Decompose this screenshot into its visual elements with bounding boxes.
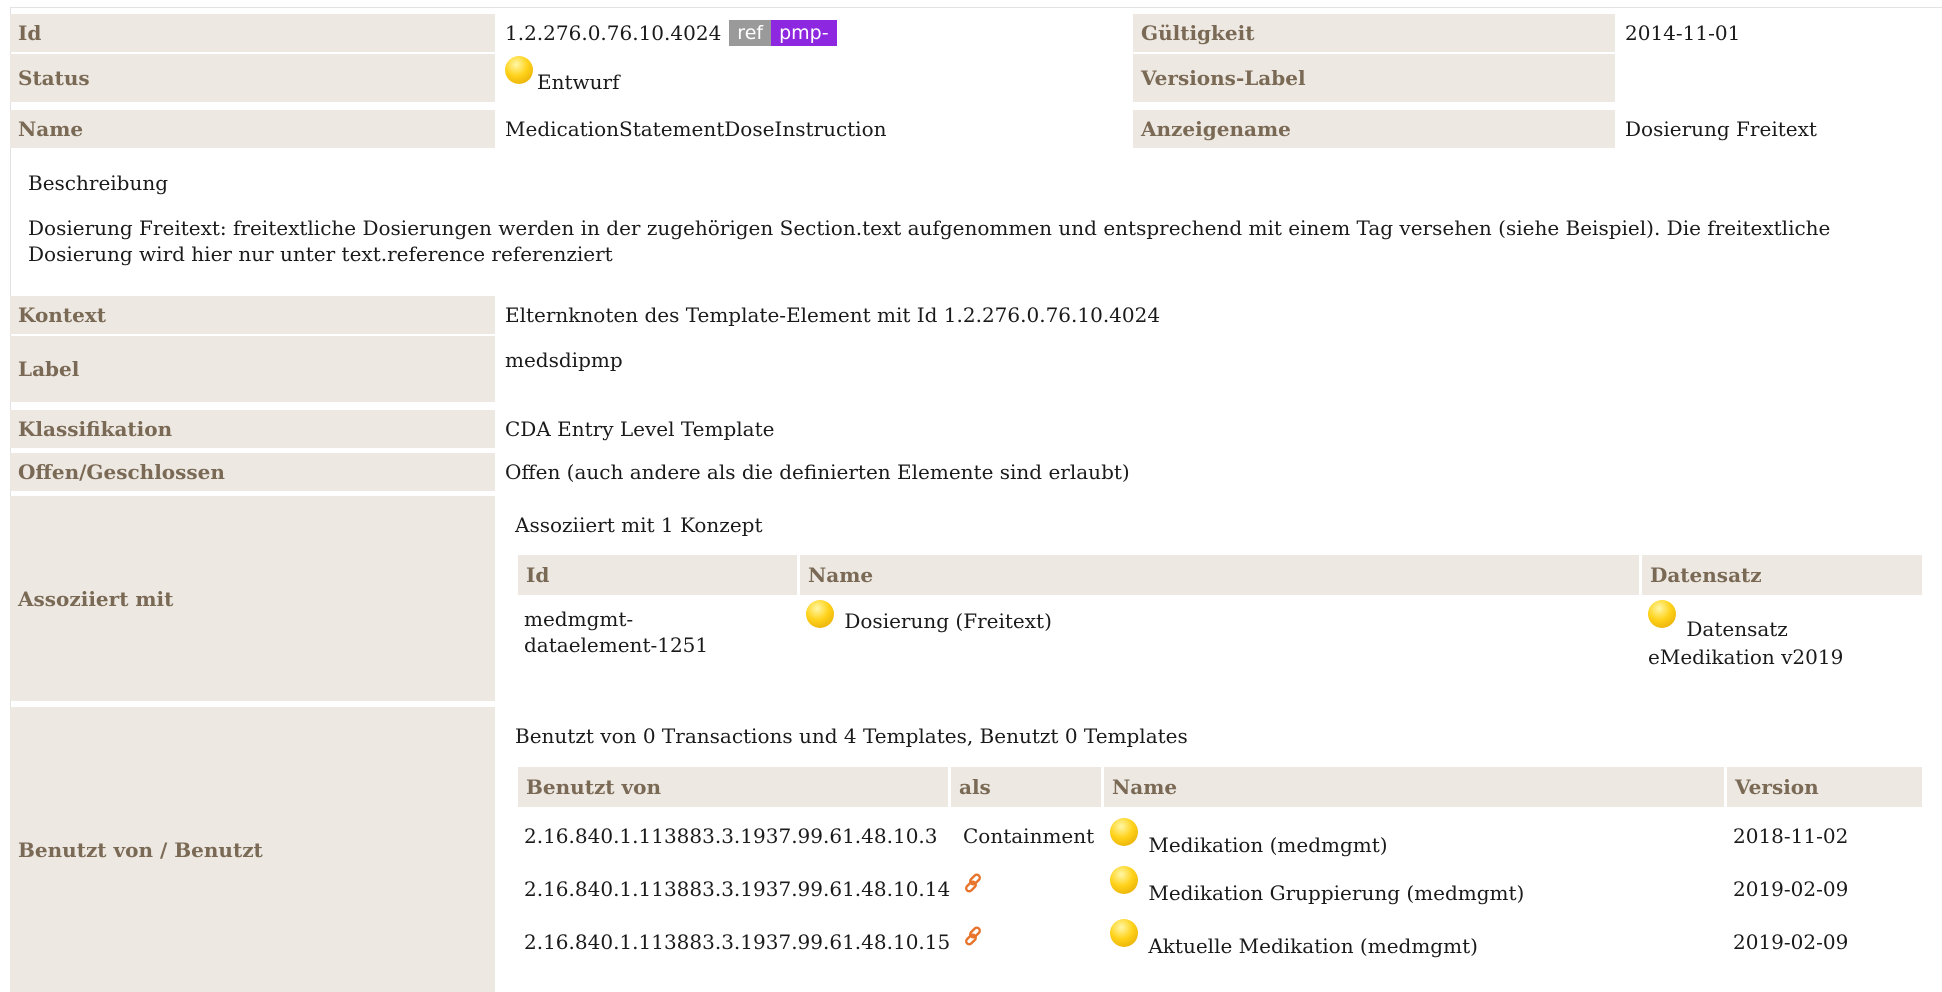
validity-label: Gültigkeit xyxy=(1133,14,1615,52)
usage-header-name: Name xyxy=(1104,767,1724,807)
open-closed-label: Offen/Geschlossen xyxy=(10,453,495,491)
usage-row-3-name-cell[interactable]: Aktuelle Medikation (medmgmt) xyxy=(1110,919,1478,958)
description-heading: Beschreibung xyxy=(28,171,169,195)
associated-label: Assoziiert mit xyxy=(10,496,495,701)
usage-row-2-status-icon xyxy=(1110,866,1138,894)
usage-row-3-name: Aktuelle Medikation (medmgmt) xyxy=(1148,934,1478,958)
usage-header-as: als xyxy=(951,767,1101,807)
pmp-badge[interactable]: pmp- xyxy=(771,20,837,46)
link-icon[interactable] xyxy=(963,872,985,894)
classification-label: Klassifikation xyxy=(10,410,495,448)
link-icon[interactable] xyxy=(963,925,985,947)
version-label-label: Versions-Label xyxy=(1133,54,1615,102)
validity-value: 2014-11-01 xyxy=(1625,21,1741,45)
version-label-value xyxy=(1617,54,1937,102)
usage-label: Benutzt von / Benutzt xyxy=(10,707,495,992)
usage-header-version: Version xyxy=(1727,767,1922,807)
status-value: Entwurf xyxy=(537,70,620,94)
usage-summary: Benutzt von 0 Transactions und 4 Templat… xyxy=(515,724,1188,748)
usage-header-used-by: Benutzt von xyxy=(518,767,948,807)
concept-status-icon xyxy=(806,600,834,628)
top-border xyxy=(10,7,1942,8)
name-value: MedicationStatementDoseInstruction xyxy=(505,117,887,141)
associated-dataset-line1: Datensatz xyxy=(1686,617,1788,641)
label-value: medsdipmp xyxy=(505,348,623,372)
ref-badge[interactable]: ref xyxy=(729,20,772,46)
status-label: Status xyxy=(10,54,495,102)
associated-concept-name: Dosierung (Freitext) xyxy=(844,609,1052,633)
usage-row-1-status-icon xyxy=(1110,818,1138,846)
usage-row-2-name: Medikation Gruppierung (medmgmt) xyxy=(1148,881,1525,905)
description-text-line1: Dosierung Freitext: freitextliche Dosier… xyxy=(28,216,1831,240)
usage-row-1-version: 2018-11-02 xyxy=(1733,824,1849,848)
associated-header-dataset: Datensatz xyxy=(1642,555,1922,595)
status-value-cell: Entwurf xyxy=(497,54,1130,102)
usage-row-1-as: Containment xyxy=(963,824,1095,848)
usage-row-1-id[interactable]: 2.16.840.1.113883.3.1937.99.61.48.10.3 xyxy=(524,824,938,848)
display-name-value: Dosierung Freitext xyxy=(1625,117,1817,141)
context-label: Kontext xyxy=(10,296,495,334)
usage-row-1-name: Medikation (medmgmt) xyxy=(1148,833,1388,857)
usage-row-2-version: 2019-02-09 xyxy=(1733,877,1849,901)
associated-dataset-cell[interactable]: Datensatz eMedikation v2019 xyxy=(1648,600,1843,669)
label-label: Label xyxy=(10,336,495,402)
associated-header-id: Id xyxy=(518,555,797,595)
usage-row-3-id[interactable]: 2.16.840.1.113883.3.1937.99.61.48.10.15 xyxy=(524,930,950,954)
associated-header-name: Name xyxy=(800,555,1639,595)
usage-row-3-status-icon xyxy=(1110,919,1138,947)
name-label: Name xyxy=(10,110,495,148)
id-label: Id xyxy=(10,14,495,52)
associated-concept-id[interactable]: medmgmt- dataelement-1251 xyxy=(524,606,708,658)
display-name-label: Anzeigename xyxy=(1133,110,1615,148)
open-closed-value: Offen (auch andere als die definierten E… xyxy=(505,460,1130,484)
usage-row-2-id[interactable]: 2.16.840.1.113883.3.1937.99.61.48.10.14 xyxy=(524,877,950,901)
description-text-line2: Dosierung wird hier nur unter text.refer… xyxy=(28,242,613,266)
usage-row-2-name-cell[interactable]: Medikation Gruppierung (medmgmt) xyxy=(1110,866,1524,905)
associated-concept-id-line2: dataelement-1251 xyxy=(524,633,709,657)
classification-value: CDA Entry Level Template xyxy=(505,417,775,441)
associated-concept-id-line1: medmgmt- xyxy=(524,607,634,631)
dataset-status-icon xyxy=(1648,600,1676,628)
context-value: Elternknoten des Template-Element mit Id… xyxy=(505,303,1161,327)
usage-row-3-version: 2019-02-09 xyxy=(1733,930,1849,954)
template-id[interactable]: 1.2.276.0.76.10.4024 xyxy=(505,21,721,45)
associated-summary: Assoziiert mit 1 Konzept xyxy=(515,513,763,537)
associated-dataset-line2: eMedikation v2019 xyxy=(1648,645,1844,669)
associated-concept-name-cell[interactable]: Dosierung (Freitext) xyxy=(806,600,1052,634)
id-value-cell: 1.2.276.0.76.10.4024 ref pmp- xyxy=(497,14,1130,52)
status-draft-icon xyxy=(505,56,533,84)
usage-row-1-name-cell[interactable]: Medikation (medmgmt) xyxy=(1110,818,1388,857)
